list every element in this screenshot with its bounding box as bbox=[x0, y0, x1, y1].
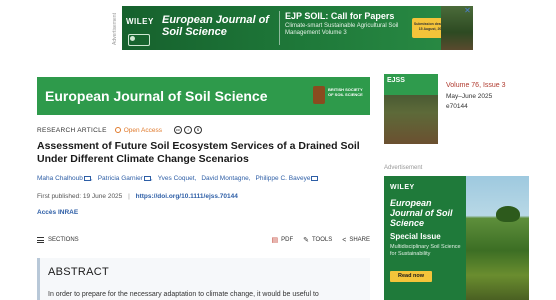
ad-body-text: Climate-smart Sustainable Agricultural S… bbox=[285, 23, 399, 36]
issue-date: May–June 2025 bbox=[446, 93, 493, 100]
side-ad-brand: WILEY bbox=[390, 184, 415, 191]
ad-side-label: Advertisement bbox=[112, 13, 118, 45]
first-published-label: First published: bbox=[37, 193, 82, 200]
sections-button[interactable]: SECTIONS bbox=[37, 237, 79, 243]
read-now-button[interactable]: Read now bbox=[390, 271, 432, 282]
tree-icon bbox=[496, 206, 520, 222]
cover-title: EJSS bbox=[387, 77, 405, 84]
side-ad-journal: European Journal of Soil Science bbox=[390, 198, 453, 228]
ad-field-photo bbox=[466, 176, 529, 300]
tools-button[interactable]: ✎ TOOLS bbox=[303, 236, 332, 244]
abstract-heading: ABSTRACT bbox=[48, 266, 110, 278]
seal-dot-icon bbox=[130, 36, 135, 41]
tools-label: TOOLS bbox=[312, 237, 333, 243]
abstract-text: In order to prepare for the necessary ad… bbox=[48, 291, 319, 298]
open-lock-icon bbox=[114, 127, 121, 133]
side-ad-label: Advertisement bbox=[384, 165, 423, 171]
email-icon[interactable] bbox=[83, 175, 91, 181]
ad-journal-name: European Journal of Soil Science bbox=[162, 14, 269, 38]
society-logo-text: BRITISH SOCIETY OF SOIL SCIENCE bbox=[328, 87, 363, 97]
article-title: Assessment of Future Soil Ecosystem Serv… bbox=[37, 140, 360, 165]
top-banner-ad[interactable]: WILEY European Journal of Soil Science E… bbox=[122, 6, 473, 50]
creative-commons-icon: cc bbox=[174, 126, 183, 134]
open-access-label: Open Access bbox=[123, 126, 163, 134]
ad-close-icon[interactable]: ✕ bbox=[463, 7, 472, 16]
abstract-section: ABSTRACT In order to prepare for the nec… bbox=[37, 258, 370, 300]
issue-cover[interactable]: EJSS bbox=[384, 74, 438, 144]
society-logo: BRITISH SOCIETY OF SOIL SCIENCE bbox=[313, 82, 365, 110]
side-ad-headline: Special Issue bbox=[390, 232, 441, 241]
share-button[interactable]: < SHARE bbox=[342, 236, 370, 244]
separator: | bbox=[128, 193, 130, 200]
society-crest-icon bbox=[313, 86, 325, 104]
pdf-button[interactable]: ▤ PDF bbox=[272, 236, 294, 244]
author-link[interactable]: Maha Chalhoub, bbox=[37, 175, 93, 182]
volume-issue-link[interactable]: Volume 76, Issue 3 bbox=[446, 82, 506, 89]
article-type: RESEARCH ARTICLE bbox=[37, 126, 107, 134]
wrench-icon: ✎ bbox=[303, 237, 309, 244]
article-meta-row: RESEARCH ARTICLE Open Access cc i $ bbox=[37, 125, 204, 135]
author-list: Maha Chalhoub, Patricia Garnier, Yves Co… bbox=[37, 175, 319, 182]
open-access-badge[interactable]: Open Access bbox=[114, 126, 163, 134]
publication-info: First published: 19 June 2025 | https://… bbox=[37, 193, 238, 200]
doi-link[interactable]: https://doi.org/10.1111/ejss.70144 bbox=[136, 193, 238, 200]
pdf-icon: ▤ bbox=[271, 237, 279, 244]
journal-banner[interactable]: European Journal of Soil Science BRITISH… bbox=[37, 77, 370, 115]
share-icon: < bbox=[342, 236, 347, 244]
license-icons[interactable]: cc i $ bbox=[174, 126, 204, 134]
side-ad-body: Multidisciplinary Soil Science for Susta… bbox=[390, 244, 461, 257]
article-toolbar: SECTIONS ▤ PDF ✎ TOOLS < SHARE bbox=[37, 234, 370, 248]
share-label: SHARE bbox=[349, 237, 370, 243]
email-icon[interactable] bbox=[143, 175, 151, 181]
ad-brand: WILEY bbox=[126, 17, 154, 26]
email-icon[interactable] bbox=[311, 175, 319, 181]
sections-label: SECTIONS bbox=[48, 237, 79, 243]
journal-title: European Journal of Soil Science bbox=[45, 88, 268, 104]
author-link[interactable]: Philippe C. Baveye bbox=[256, 175, 319, 182]
article-id: e70144 bbox=[446, 103, 468, 110]
side-ad[interactable]: WILEY European Journal of Soil Science S… bbox=[384, 176, 529, 300]
ad-headline: EJP SOIL: Call for Papers bbox=[285, 11, 395, 21]
author-link[interactable]: Yves Coquet, bbox=[158, 175, 197, 182]
institution-access[interactable]: Accès INRAE bbox=[37, 209, 78, 216]
pdf-label: PDF bbox=[281, 237, 294, 243]
noncommercial-icon: $ bbox=[194, 126, 203, 134]
author-link[interactable]: Patricia Garnier, bbox=[98, 175, 153, 182]
attribution-icon: i bbox=[184, 126, 193, 134]
menu-icon bbox=[37, 237, 44, 243]
ad-divider bbox=[279, 11, 280, 45]
author-link[interactable]: David Montagne, bbox=[201, 175, 250, 182]
first-published-date: 19 June 2025 bbox=[82, 193, 123, 200]
